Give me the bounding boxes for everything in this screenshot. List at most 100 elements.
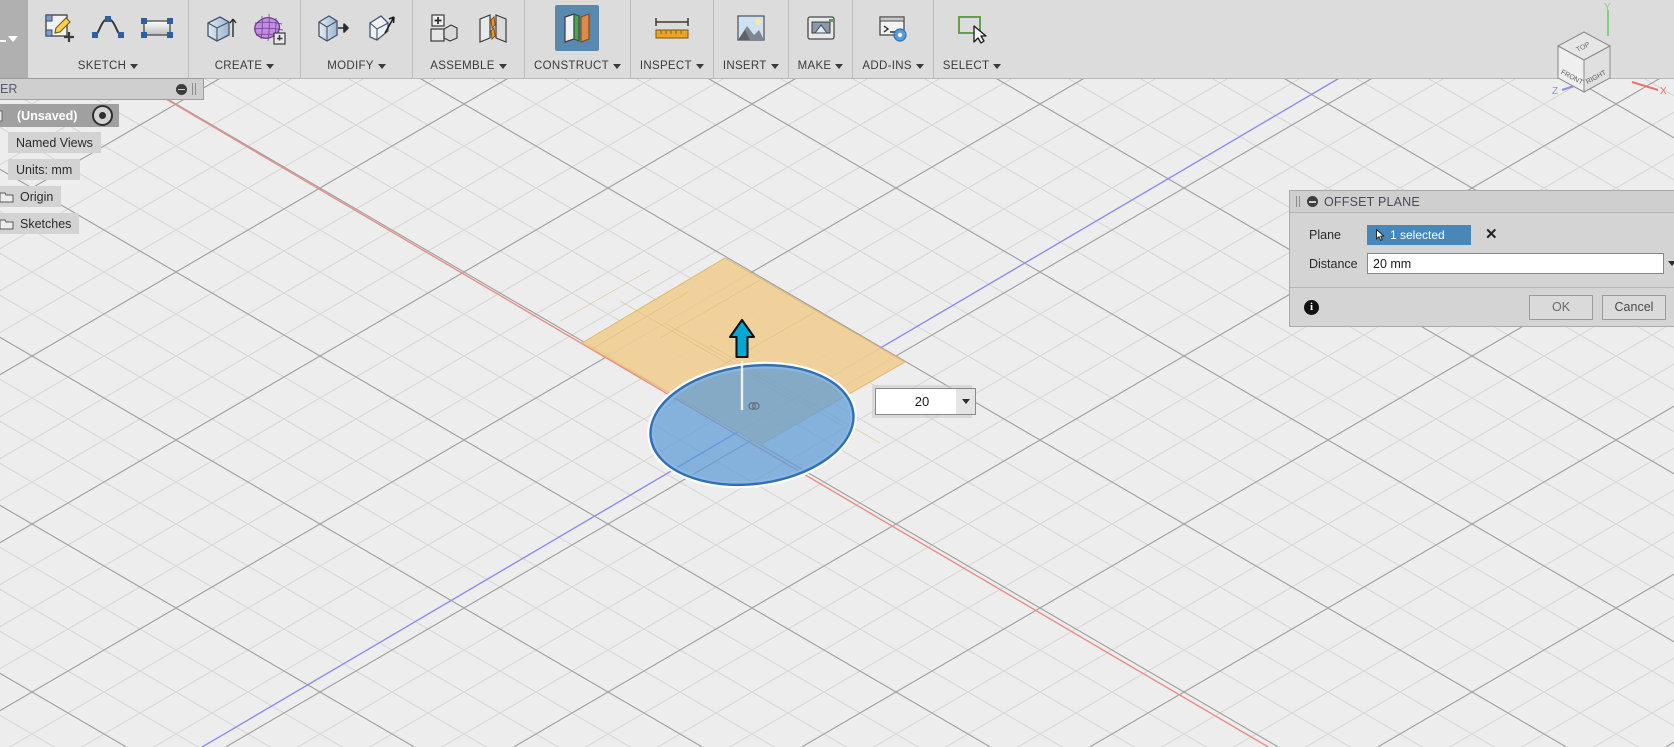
resize-grip-icon[interactable] — [192, 83, 198, 95]
extrude-icon[interactable] — [198, 5, 242, 51]
offset-plane-icon[interactable] — [555, 5, 600, 51]
drag-grip-icon[interactable] — [1296, 196, 1301, 207]
dialog-footer: i OK Cancel — [1290, 287, 1674, 326]
visibility-toggle-icon[interactable] — [92, 105, 114, 126]
new-component-icon[interactable] — [422, 5, 466, 51]
spline-icon[interactable] — [86, 5, 130, 51]
chevron-down-icon[interactable] — [266, 63, 275, 69]
folder-icon — [0, 191, 14, 203]
chevron-down-icon[interactable] — [498, 63, 507, 69]
plane-selection-chip[interactable]: 1 selected — [1367, 224, 1471, 245]
axis-label-y: Y — [1604, 2, 1611, 13]
ribbon-group-insert[interactable]: INSERT — [714, 0, 789, 78]
distance-dropdown[interactable] — [1664, 253, 1674, 274]
ribbon-toolbar[interactable]: SKETCH CREATE MODIFY ASSEMBLE CONSTRUCT … — [0, 0, 1674, 79]
chevron-down-icon[interactable] — [770, 63, 779, 69]
canvas-distance-input[interactable]: 20 — [875, 388, 969, 415]
axis-label-z: Z — [1552, 86, 1558, 97]
browser-item-label: Sketches — [20, 216, 72, 231]
clear-selection-icon[interactable]: ✕ — [1485, 227, 1498, 242]
press-pull-icon[interactable] — [310, 5, 354, 51]
browser-item-document[interactable]: (Unsaved) — [0, 104, 204, 127]
browser-title: ER — [0, 82, 18, 96]
distance-value: 20 mm — [1373, 256, 1412, 271]
ribbon-group-modify[interactable]: MODIFY — [301, 0, 413, 78]
chevron-down-icon — [1668, 261, 1674, 266]
plane-label: Plane — [1309, 227, 1341, 242]
browser-item-sketches[interactable]: Sketches — [0, 212, 204, 235]
offset-drag-arrow-icon[interactable] — [725, 315, 759, 415]
select-window-icon[interactable] — [950, 5, 994, 51]
ribbon-label-inspect: INSPECT — [639, 60, 692, 72]
canvas-distance-value: 20 — [914, 394, 930, 409]
browser-item-label: Units: mm — [8, 159, 81, 180]
cursor-icon — [1376, 228, 1385, 241]
ribbon-group-sketch[interactable]: SKETCH — [28, 0, 189, 78]
insert-image-icon[interactable] — [729, 5, 773, 51]
info-icon[interactable]: i — [1304, 299, 1319, 315]
scripts-addins-icon[interactable] — [871, 5, 915, 51]
draft-icon[interactable] — [359, 5, 403, 51]
dialog-row-plane: Plane 1 selected ✕ — [1290, 220, 1674, 249]
ribbon-group-construct[interactable]: CONSTRUCT — [525, 0, 631, 78]
ribbon-label-construct: CONSTRUCT — [534, 60, 609, 72]
ribbon-label-create: CREATE — [214, 60, 263, 72]
ribbon-label-addins: ADD-INS — [862, 60, 912, 72]
collapse-icon[interactable] — [176, 83, 187, 95]
dialog-title: OFFSET PLANE — [1324, 194, 1420, 209]
distance-input[interactable]: 20 mm — [1367, 253, 1664, 274]
ribbon-label-select: SELECT — [942, 60, 990, 72]
chevron-down-icon[interactable] — [993, 63, 1002, 69]
view-cube[interactable]: Y Z X TOP FRONT RIGHT — [1500, 2, 1668, 114]
chevron-down-icon[interactable] — [130, 63, 139, 69]
canvas-distance-dropdown[interactable] — [956, 388, 976, 415]
browser-panel[interactable]: ER (Unsaved) Named Views Units: mm Origi… — [0, 78, 204, 235]
ok-button[interactable]: OK — [1529, 294, 1593, 320]
joint-icon[interactable] — [471, 5, 515, 51]
ribbon-group-assemble[interactable]: ASSEMBLE — [413, 0, 525, 78]
create-form-icon[interactable] — [247, 5, 291, 51]
distance-label: Distance — [1309, 256, 1358, 271]
ribbon-group-select[interactable]: SELECT — [934, 0, 1011, 78]
browser-item-origin[interactable]: Origin — [0, 185, 204, 208]
offset-plane-dialog[interactable]: OFFSET PLANE Plane 1 selected ✕ Distance… — [1289, 190, 1674, 327]
cancel-button[interactable]: Cancel — [1602, 294, 1666, 320]
measure-icon[interactable] — [650, 5, 694, 51]
document-icon — [0, 110, 3, 122]
3d-viewport[interactable] — [0, 0, 1674, 747]
ribbon-label-modify: MODIFY — [327, 60, 374, 72]
browser-item-named-views[interactable]: Named Views — [0, 131, 204, 154]
ribbon-label-insert: INSERT — [722, 60, 767, 72]
3d-print-icon[interactable] — [799, 5, 843, 51]
browser-header[interactable]: ER — [0, 78, 204, 100]
chevron-down-icon — [961, 399, 970, 404]
collapse-icon[interactable] — [1307, 196, 1318, 207]
panel-dash — [0, 40, 6, 42]
chevron-down-icon[interactable] — [835, 63, 844, 69]
ribbon-label-make: MAKE — [797, 60, 832, 72]
ribbon-label-sketch: SKETCH — [77, 60, 127, 72]
dialog-body: Plane 1 selected ✕ Distance 20 mm — [1290, 213, 1674, 287]
ribbon-group-addins[interactable]: ADD-INS — [853, 0, 934, 78]
ribbon-label-assemble: ASSEMBLE — [430, 60, 495, 72]
ribbon-group-make[interactable]: MAKE — [789, 0, 854, 78]
dialog-title-bar[interactable]: OFFSET PLANE — [1290, 191, 1674, 213]
dialog-row-distance: Distance 20 mm — [1290, 249, 1674, 278]
browser-item-label: Named Views — [8, 132, 101, 153]
rectangle-icon[interactable] — [135, 5, 179, 51]
chevron-down-icon[interactable] — [377, 63, 386, 69]
ribbon-left-panel-handle[interactable] — [0, 0, 28, 78]
ribbon-group-create[interactable]: CREATE — [189, 0, 301, 78]
axis-label-x: X — [1660, 86, 1667, 97]
plane-selection-value: 1 selected — [1390, 227, 1445, 242]
chevron-down-icon[interactable] — [612, 63, 621, 69]
chevron-down-icon[interactable] — [8, 36, 18, 42]
ribbon-group-inspect[interactable]: INSPECT — [631, 0, 714, 78]
browser-item-label: Origin — [20, 189, 54, 204]
chevron-down-icon[interactable] — [695, 63, 704, 69]
browser-item-units[interactable]: Units: mm — [0, 158, 204, 181]
browser-item-label: (Unsaved) — [9, 105, 86, 126]
create-sketch-icon[interactable] — [37, 5, 81, 51]
chevron-down-icon[interactable] — [915, 63, 924, 69]
folder-icon — [0, 218, 14, 230]
